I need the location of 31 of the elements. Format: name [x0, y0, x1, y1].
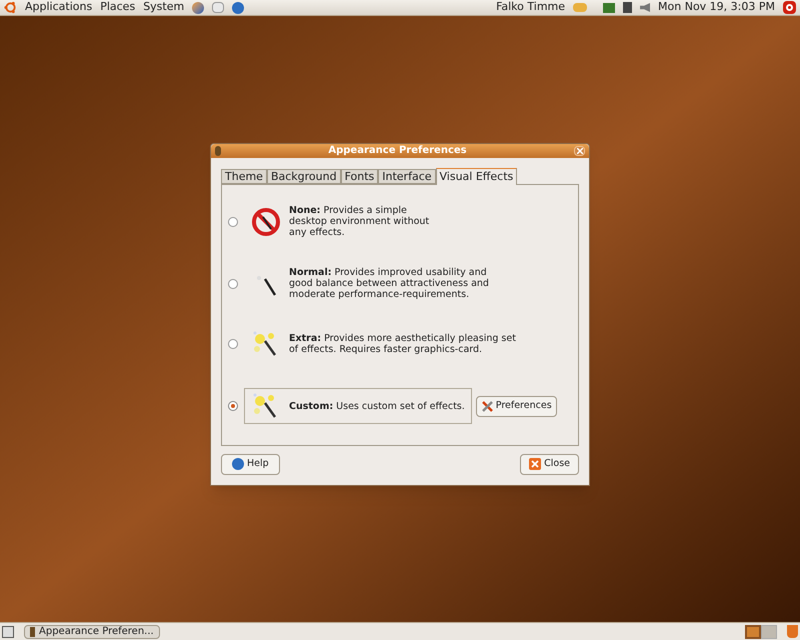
power-icon[interactable] [783, 1, 796, 14]
window-title: Appearance Preferences [327, 144, 468, 158]
clock[interactable]: Mon Nov 19, 3:03 PM [658, 0, 775, 16]
radio-button[interactable] [228, 401, 238, 411]
tab[interactable]: Theme [221, 168, 267, 184]
radio-button[interactable] [228, 216, 238, 226]
user-name[interactable]: Falko Timme [496, 0, 566, 16]
close-icon[interactable] [574, 146, 585, 156]
logo-icon [4, 1, 17, 14]
tab[interactable]: Background [266, 168, 341, 184]
radio-button[interactable] [228, 339, 238, 349]
option-description: Extra: Provides more aesthetically pleasing set of effects. Requires faster graphics-card. [289, 333, 516, 355]
help-button[interactable]: Help [221, 454, 280, 474]
panel-menu[interactable]: Places [100, 0, 136, 16]
volume-icon[interactable] [640, 3, 650, 12]
option-description: None: Provides a simple desktop environment without any effects. [289, 205, 430, 238]
option-description: Normal: Provides improved usability and good balance between attractiveness and moderate performance-requirements. [289, 267, 489, 300]
tab[interactable]: Fonts [340, 168, 378, 184]
option-description: Custom: Uses custom set of effects. [289, 400, 465, 412]
workspace[interactable] [745, 624, 761, 638]
tools-icon [480, 400, 494, 412]
preferences-button[interactable]: Preferences [476, 396, 557, 416]
panel-menu[interactable]: Applications [25, 0, 92, 16]
no-effects-icon [251, 206, 281, 236]
taskbar-button[interactable]: Appearance Preferen... [24, 624, 160, 638]
close-icon [529, 458, 542, 470]
close-button[interactable]: Close [520, 454, 579, 474]
panel-menu[interactable]: System [143, 0, 184, 16]
tab[interactable]: Interface [378, 168, 436, 184]
tab[interactable]: Visual Effects [436, 168, 518, 184]
radio-button[interactable] [228, 278, 238, 288]
